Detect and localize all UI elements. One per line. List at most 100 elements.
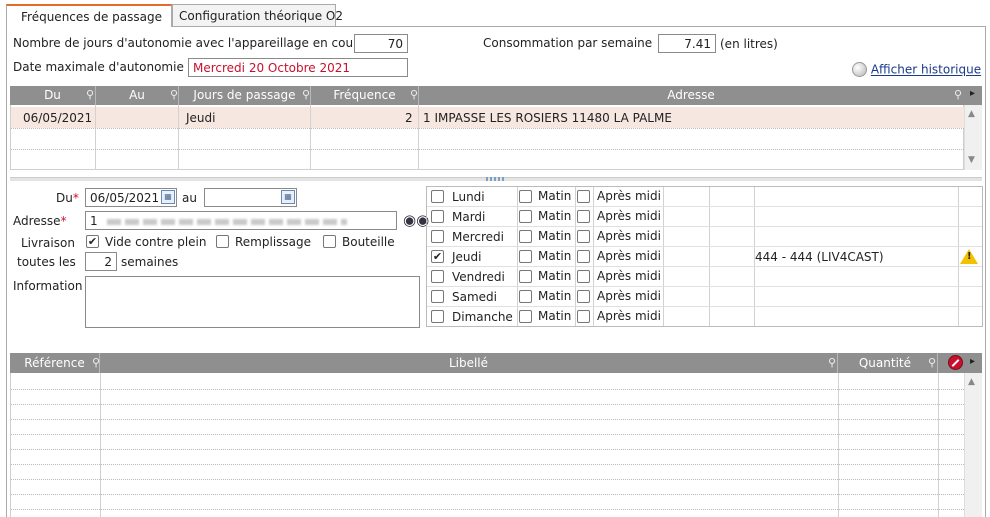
day-label: Mercredi bbox=[452, 230, 505, 244]
cell-adresse: 1 IMPASSE LES ROSIERS 11480 LA PALME bbox=[423, 111, 672, 125]
calendar-icon[interactable]: ▦ bbox=[161, 190, 175, 204]
matin-label: Matin bbox=[538, 309, 572, 323]
row-divider bbox=[11, 464, 964, 465]
calendar-icon[interactable]: ▦ bbox=[281, 190, 295, 204]
search-icon[interactable]: ⚲ bbox=[828, 356, 836, 369]
day-mercredi-checkbox[interactable] bbox=[431, 230, 444, 243]
matin-label: Matin bbox=[538, 229, 572, 243]
search-icon[interactable]: ⚲ bbox=[954, 88, 962, 101]
apres-midi-checkbox[interactable] bbox=[577, 290, 590, 303]
tab-configuration-o2[interactable]: Configuration théorique O2 bbox=[172, 4, 343, 26]
apres-midi-checkbox[interactable] bbox=[577, 190, 590, 203]
vide-contre-plein-checkbox[interactable]: ✔ bbox=[86, 235, 99, 248]
day-label: Dimanche bbox=[452, 310, 513, 324]
remplissage-checkbox[interactable] bbox=[216, 235, 229, 248]
tab-label: Configuration théorique O2 bbox=[179, 9, 343, 23]
search-icon[interactable]: ⚲ bbox=[928, 356, 936, 369]
day-samedi-checkbox[interactable] bbox=[431, 290, 444, 303]
splitter-grip-icon[interactable] bbox=[486, 177, 506, 181]
matin-checkbox[interactable] bbox=[519, 250, 532, 263]
col-header-du[interactable]: Du bbox=[10, 86, 96, 105]
tab-frequences[interactable]: Fréquences de passage bbox=[6, 4, 172, 27]
delete-icon[interactable] bbox=[948, 355, 963, 370]
required-mark: * bbox=[72, 191, 79, 205]
schedule-scrollbar[interactable]: ▲ ▼ bbox=[964, 105, 982, 170]
apres-midi-checkbox[interactable] bbox=[577, 310, 590, 323]
products-scrollbar[interactable]: ▲ bbox=[964, 373, 982, 517]
information-textarea[interactable] bbox=[85, 276, 420, 328]
row-divider bbox=[11, 449, 964, 450]
autonomy-days-field[interactable]: 70 bbox=[354, 34, 408, 53]
apres-midi-checkbox[interactable] bbox=[577, 250, 590, 263]
autonomy-days-label: Nombre de jours d'autonomie avec l'appar… bbox=[13, 36, 365, 50]
day-row bbox=[427, 247, 982, 267]
col-divider bbox=[95, 105, 96, 170]
blurred-address bbox=[107, 218, 348, 225]
apres-midi-label: Après midi bbox=[597, 269, 661, 283]
search-icon[interactable]: ⚲ bbox=[170, 88, 178, 101]
matin-checkbox[interactable] bbox=[519, 210, 532, 223]
adresse-field[interactable]: 1 bbox=[85, 211, 397, 230]
search-icon[interactable]: ⚲ bbox=[302, 88, 310, 101]
matin-checkbox[interactable] bbox=[519, 190, 532, 203]
matin-label: Matin bbox=[538, 209, 572, 223]
history-link-label: Afficher historique bbox=[870, 62, 982, 77]
max-date-label: Date maximale d'autonomie bbox=[13, 60, 184, 74]
apres-midi-checkbox[interactable] bbox=[577, 210, 590, 223]
matin-checkbox[interactable] bbox=[519, 270, 532, 283]
apres-midi-label: Après midi bbox=[597, 249, 661, 263]
column-chooser-icon[interactable]: ▸ bbox=[970, 88, 975, 99]
du-label: Du* bbox=[56, 191, 79, 205]
tab-label: Fréquences de passage bbox=[21, 10, 162, 24]
row-divider bbox=[11, 419, 964, 420]
apres-midi-checkbox[interactable] bbox=[577, 270, 590, 283]
consumption-label: Consommation par semaine bbox=[483, 36, 653, 50]
row-divider bbox=[11, 509, 964, 510]
apres-midi-label: Après midi bbox=[597, 309, 661, 323]
col-header-quantite[interactable]: Quantité bbox=[838, 353, 938, 373]
consumption-unit: (en litres) bbox=[720, 37, 778, 51]
col-header-jours[interactable]: Jours de passage bbox=[179, 86, 311, 105]
matin-checkbox[interactable] bbox=[519, 310, 532, 323]
required-mark: * bbox=[60, 214, 67, 228]
day-row bbox=[427, 227, 982, 247]
matin-checkbox[interactable] bbox=[519, 290, 532, 303]
col-header-reference[interactable]: Référence bbox=[10, 353, 100, 373]
day-row bbox=[427, 287, 982, 307]
history-link[interactable]: Afficher historique bbox=[852, 62, 981, 77]
scroll-down-icon[interactable]: ▼ bbox=[968, 155, 975, 165]
bouteille-checkbox[interactable] bbox=[323, 235, 336, 248]
apres-midi-checkbox[interactable] bbox=[577, 230, 590, 243]
day-lundi-checkbox[interactable] bbox=[431, 190, 444, 203]
column-chooser-icon[interactable]: ▸ bbox=[970, 356, 975, 367]
col-divider bbox=[178, 105, 179, 170]
scroll-up-icon[interactable]: ▲ bbox=[968, 109, 975, 119]
products-grid-header: Référence ⚲ Libellé ⚲ Quantité ⚲ ▸ bbox=[10, 353, 982, 373]
cell-jours: Jeudi bbox=[186, 111, 216, 125]
col-header-libelle[interactable]: Libellé bbox=[100, 353, 838, 373]
col-header-frequence[interactable]: Fréquence bbox=[311, 86, 419, 105]
consumption-field[interactable]: 7.41 bbox=[658, 34, 716, 53]
col-header-adresse[interactable]: Adresse bbox=[419, 86, 963, 105]
schedule-grid-header: Du ⚲ Au ⚲ Jours de passage ⚲ Fréquence ⚲… bbox=[10, 86, 982, 105]
row-divider bbox=[11, 128, 964, 129]
frequency-weeks-field[interactable]: 2 bbox=[85, 252, 117, 271]
apres-midi-label: Après midi bbox=[597, 289, 661, 303]
delivery-info: 444 - 444 (LIV4CAST) bbox=[755, 250, 884, 264]
col-header-au[interactable]: Au bbox=[96, 86, 179, 105]
search-icon[interactable]: ⚲ bbox=[92, 356, 100, 369]
day-vendredi-checkbox[interactable] bbox=[431, 270, 444, 283]
day-dimanche-checkbox[interactable] bbox=[431, 310, 444, 323]
scroll-up-icon[interactable]: ▲ bbox=[968, 377, 975, 387]
day-mardi-checkbox[interactable] bbox=[431, 210, 444, 223]
matin-label: Matin bbox=[538, 189, 572, 203]
day-jeudi-checkbox[interactable]: ✔ bbox=[431, 250, 444, 263]
max-date-field: Mercredi 20 Octobre 2021 bbox=[188, 58, 408, 77]
toutes-les-label: toutes les bbox=[17, 255, 76, 269]
row-divider bbox=[11, 434, 964, 435]
matin-label: Matin bbox=[538, 249, 572, 263]
search-icon[interactable]: ⚲ bbox=[86, 88, 94, 101]
search-icon[interactable]: ⚲ bbox=[410, 88, 418, 101]
warning-icon[interactable]: ! bbox=[960, 249, 978, 264]
matin-checkbox[interactable] bbox=[519, 230, 532, 243]
